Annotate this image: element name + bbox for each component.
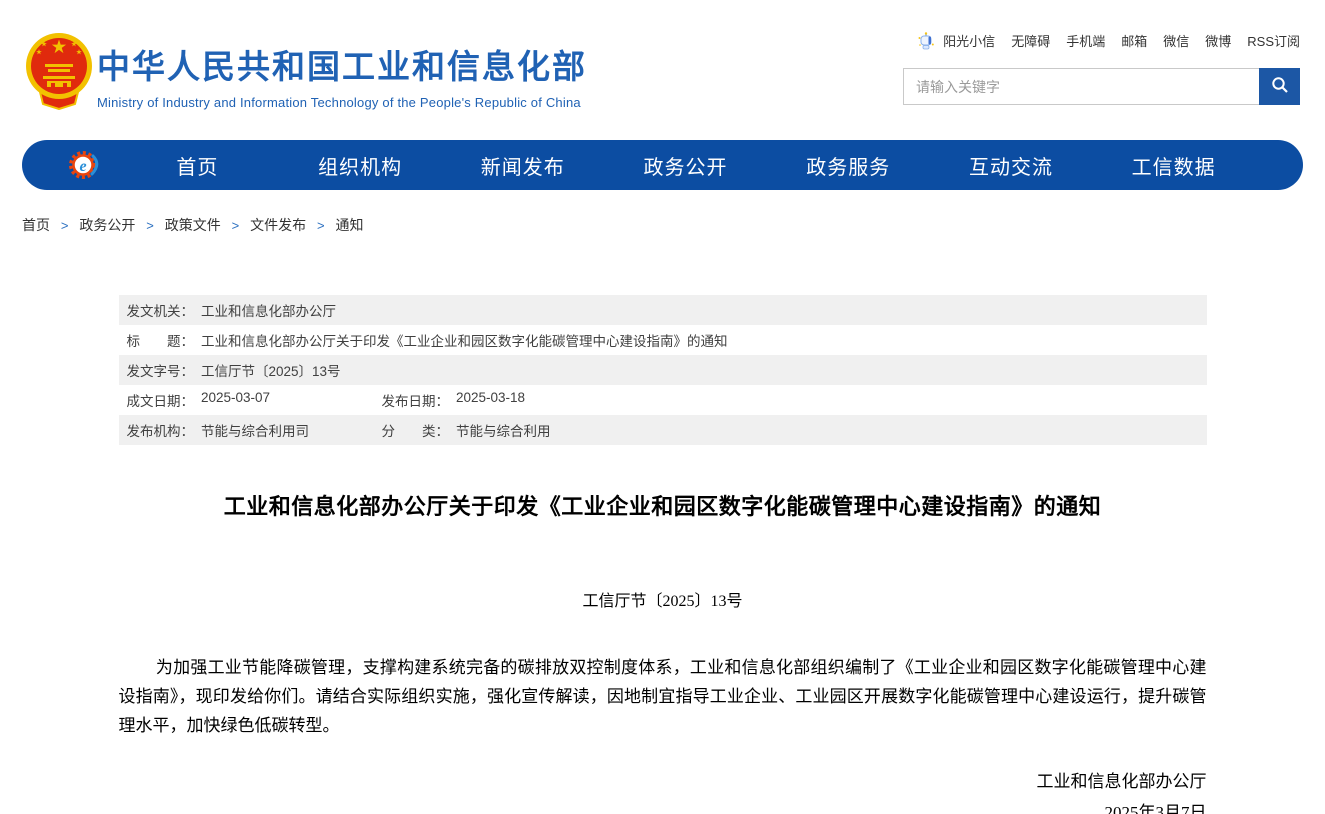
breadcrumb-item-notice[interactable]: 通知	[336, 217, 364, 233]
search-button[interactable]	[1259, 68, 1300, 105]
site-header: 中华人民共和国工业和信息化部 Ministry of Industry and …	[0, 0, 1325, 126]
document-area: 发文机关： 工业和信息化部办公厅 标 题： 工业和信息化部办公厅关于印发《工业企…	[119, 295, 1207, 814]
meta-value: 节能与综合利用司	[201, 420, 309, 440]
nav-item-gov-services[interactable]: 政务服务	[767, 151, 930, 180]
quick-link-mail[interactable]: 邮箱	[1121, 31, 1147, 50]
nav-item-interaction[interactable]: 互动交流	[930, 151, 1093, 180]
article-paragraph: 为加强工业节能降碳管理，支撑构建系统完备的碳排放双控制度体系，工业和信息化部组织…	[119, 653, 1207, 740]
meta-label: 分 类：	[382, 420, 450, 440]
meta-row-agency-category: 发布机构： 节能与综合利用司 分 类： 节能与综合利用	[119, 415, 1207, 445]
breadcrumb-separator: >	[317, 218, 325, 233]
signature-block: 工业和信息化部办公厅 2025年3月7日	[119, 766, 1207, 814]
page: 中华人民共和国工业和信息化部 Ministry of Industry and …	[0, 0, 1325, 814]
breadcrumb-separator: >	[232, 218, 240, 233]
quick-links: 阳光小信 无障碍 手机端 邮箱 微信 微博 RSS订阅	[917, 31, 1300, 50]
quick-link-mobile[interactable]: 手机端	[1066, 31, 1105, 50]
meta-label: 发文机关：	[127, 300, 195, 320]
nav-item-organization[interactable]: 组织机构	[279, 151, 442, 180]
national-emblem-icon	[25, 30, 93, 110]
meta-label: 成文日期：	[127, 390, 195, 410]
meta-table: 发文机关： 工业和信息化部办公厅 标 题： 工业和信息化部办公厅关于印发《工业企…	[119, 295, 1207, 445]
quick-link-accessibility[interactable]: 无障碍	[1011, 31, 1050, 50]
meta-label: 发文字号：	[127, 360, 195, 380]
meta-value: 2025-03-07	[201, 390, 270, 410]
site-title-block: 中华人民共和国工业和信息化部 Ministry of Industry and …	[97, 40, 587, 110]
nav-item-home[interactable]: 首页	[116, 151, 279, 180]
meta-row-doc-number: 发文字号： 工信厅节〔2025〕13号	[119, 355, 1207, 385]
nav-item-news[interactable]: 新闻发布	[441, 151, 604, 180]
quick-link-weibo[interactable]: 微博	[1205, 31, 1231, 50]
breadcrumb-separator: >	[146, 218, 154, 233]
meta-label: 发布机构：	[127, 420, 195, 440]
miit-logo-icon: e	[66, 147, 102, 183]
signature-date: 2025年3月7日	[119, 797, 1207, 814]
site-title: 中华人民共和国工业和信息化部	[97, 40, 587, 88]
meta-value: 工业和信息化部办公厅关于印发《工业企业和园区数字化能碳管理中心建设指南》的通知	[201, 330, 728, 350]
main-nav: e 首页 组织机构 新闻发布 政务公开 政务服务 互动交流 工信数据	[22, 140, 1303, 190]
article-title: 工业和信息化部办公厅关于印发《工业企业和园区数字化能碳管理中心建设指南》的通知	[119, 489, 1207, 521]
quick-link-sunshine-xiaoxin[interactable]: 阳光小信	[943, 31, 995, 50]
meta-row-dates: 成文日期： 2025-03-07 发布日期： 2025-03-18	[119, 385, 1207, 415]
meta-label: 发布日期：	[382, 390, 450, 410]
article-doc-number: 工信厅节〔2025〕13号	[119, 587, 1207, 611]
nav-item-gov-affairs[interactable]: 政务公开	[604, 151, 767, 180]
breadcrumb: 首页 > 政务公开 > 政策文件 > 文件发布 > 通知	[22, 215, 1325, 235]
breadcrumb-item-home[interactable]: 首页	[22, 217, 50, 233]
meta-value: 2025-03-18	[456, 390, 525, 410]
meta-row-issuer: 发文机关： 工业和信息化部办公厅	[119, 295, 1207, 325]
breadcrumb-item-gov-affairs[interactable]: 政务公开	[79, 217, 135, 233]
breadcrumb-item-document-release[interactable]: 文件发布	[250, 217, 306, 233]
meta-label: 标 题：	[127, 330, 195, 350]
breadcrumb-separator: >	[61, 218, 69, 233]
meta-value: 工业和信息化部办公厅	[201, 300, 336, 320]
search-icon	[1271, 76, 1289, 97]
search-bar	[903, 68, 1300, 105]
search-input[interactable]	[904, 69, 1259, 104]
nav-item-miit-data[interactable]: 工信数据	[1092, 151, 1255, 180]
meta-value: 工信厅节〔2025〕13号	[201, 360, 341, 380]
site-subtitle: Ministry of Industry and Information Tec…	[97, 95, 587, 110]
breadcrumb-item-policy-documents[interactable]: 政策文件	[165, 217, 221, 233]
quick-link-rss[interactable]: RSS订阅	[1247, 31, 1300, 50]
quick-link-wechat[interactable]: 微信	[1163, 31, 1189, 50]
meta-value: 节能与综合利用	[456, 420, 551, 440]
meta-row-title: 标 题： 工业和信息化部办公厅关于印发《工业企业和园区数字化能碳管理中心建设指南…	[119, 325, 1207, 355]
robot-mascot-icon[interactable]	[917, 32, 935, 50]
svg-text:e: e	[79, 158, 86, 175]
signature-org: 工业和信息化部办公厅	[119, 766, 1207, 797]
